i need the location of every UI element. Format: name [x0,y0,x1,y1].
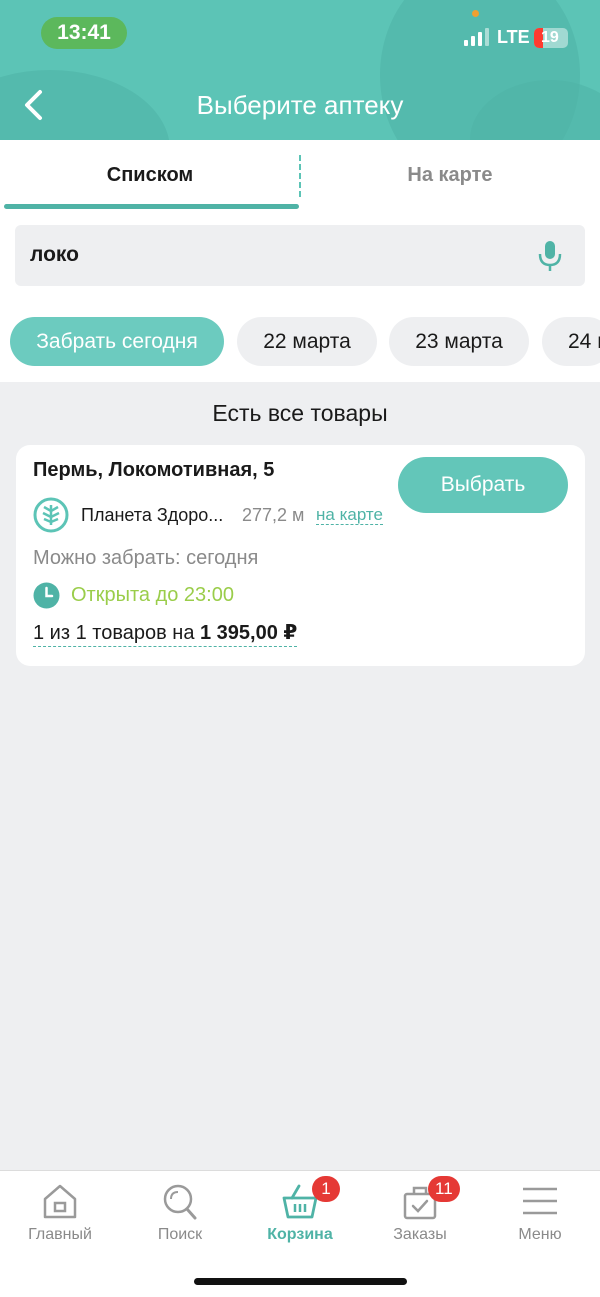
items-availability[interactable]: 1 из 1 товаров на 1 395,00 ₽ [33,620,298,647]
opening-hours: Открыта до 23:00 [71,584,234,606]
signal-icon [464,28,490,46]
network-type: LTE [497,27,530,47]
nav-orders[interactable]: 11 Заказы [360,1171,480,1261]
search-value: локо [30,243,79,266]
pickup-info: Можно забрать: сегодня [33,547,259,569]
date-chip-22[interactable]: 22 марта [237,317,377,366]
battery-icon: 19 [534,28,568,48]
clock-icon [33,582,60,609]
nav-search-label: Поиск [157,1226,203,1243]
tab-divider [299,155,301,197]
page-title: Выберите аптеку [196,90,404,120]
menu-icon [523,1187,557,1215]
nav-menu[interactable]: Меню [480,1171,600,1261]
nav-search[interactable]: Поиск [120,1171,240,1261]
tab-list[interactable]: Списком [0,140,300,210]
nav-menu-label: Меню [518,1226,562,1243]
pharmacy-logo-icon [33,497,69,533]
search-icon [163,1184,197,1220]
orders-badge: 11 [428,1176,460,1202]
nav-basket-label: Корзина [267,1226,333,1243]
tab-map[interactable]: На карте [300,140,600,210]
items-total: 1 395,00 ₽ [200,622,298,644]
home-indicator [194,1278,407,1285]
status-time: 13:41 [41,17,127,49]
items-count: 1 из 1 товаров на [33,622,195,644]
privacy-indicator [472,10,479,17]
filter-panel: локо Забрать сегодня 22 марта 23 марта 2… [0,210,600,382]
date-chip-23[interactable]: 23 марта [389,317,529,366]
app-header: 13:41 LTE 19 Выберите аптеку [0,0,600,140]
pharmacy-chain: Планета Здоро... [81,505,224,525]
status-bar: 13:41 LTE 19 [0,0,600,70]
pharmacy-address: Пермь, Локомотивная, 5 [33,459,275,481]
section-title: Есть все товары [212,400,388,426]
basket-badge: 1 [312,1176,340,1202]
date-chip-24[interactable]: 24 марта [542,317,600,366]
battery-level: 19 [541,29,559,46]
search-input[interactable]: локо [15,225,585,286]
date-chip-today[interactable]: Забрать сегодня [10,317,224,366]
home-icon [43,1184,77,1219]
nav-basket[interactable]: 1 Корзина [240,1171,360,1261]
pharmacy-card[interactable]: Пермь, Локомотивная, 5 Выбрать Планета З… [16,445,585,666]
nav-home[interactable]: Главный [0,1171,120,1261]
nav-home-label: Главный [28,1226,92,1243]
select-button[interactable]: Выбрать [398,457,568,513]
active-tab-indicator [4,204,299,209]
show-on-map-link[interactable]: на карте [316,506,383,525]
pharmacy-distance: 277,2 м [242,505,305,525]
microphone-icon[interactable] [535,239,565,273]
nav-orders-label: Заказы [393,1226,447,1243]
